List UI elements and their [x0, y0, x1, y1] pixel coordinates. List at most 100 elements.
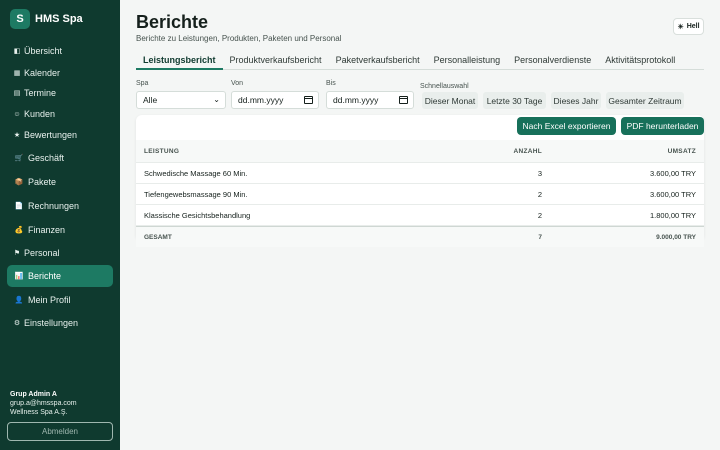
page-subtitle: Berichte zu Leistungen, Produkten, Paket…: [136, 34, 342, 43]
sidebar-item-staff[interactable]: ⚑ Personal: [7, 242, 113, 264]
sidebar-item-label: Personal: [24, 248, 60, 258]
theme-toggle-button[interactable]: ☀ Hell: [673, 18, 704, 35]
sidebar-nav: ◧ Übersicht ▦ Kalender ▤ Termine ☺ Kunde…: [7, 40, 113, 334]
quick-this-year-button[interactable]: Dieses Jahr: [551, 92, 601, 109]
money-bag-icon: 💰: [14, 227, 24, 234]
sidebar: S HMS Spa ◧ Übersicht ▦ Kalender ▤ Termi…: [0, 0, 120, 450]
logout-button[interactable]: Abmelden: [7, 422, 113, 441]
sidebar-item-label: Kunden: [24, 109, 56, 119]
main-content: Berichte Berichte zu Leistungen, Produkt…: [120, 0, 720, 450]
service-report-table: LEISTUNG ANZAHL UMSATZ Schwedische Massa…: [136, 140, 704, 247]
sidebar-item-settings[interactable]: ⚙ Einstellungen: [7, 312, 113, 334]
table-header-row: LEISTUNG ANZAHL UMSATZ: [136, 140, 704, 163]
sidebar-item-customers[interactable]: ☺ Kunden: [7, 103, 113, 125]
cell-service: Tiefengewebsmassage 90 Min.: [144, 190, 248, 199]
appointments-icon: ▤: [13, 90, 21, 97]
cell-count: 3: [537, 169, 542, 178]
download-pdf-button[interactable]: PDF herunterladen: [621, 117, 704, 135]
cell-count: 2: [537, 211, 542, 220]
sidebar-item-invoices[interactable]: 📄 Rechnungen: [7, 195, 113, 217]
sidebar-item-profile[interactable]: 👤 Mein Profil: [7, 289, 113, 311]
calendar-icon[interactable]: [399, 96, 408, 104]
chevron-down-icon: ⌄: [213, 95, 220, 104]
package-icon: 📦: [14, 179, 24, 186]
total-label: GESAMT: [144, 234, 172, 241]
to-date-label: Bis: [326, 80, 336, 87]
tab-service-report[interactable]: Leistungsbericht: [136, 52, 223, 70]
report-card: Nach Excel exportieren PDF herunterladen…: [136, 115, 704, 247]
sidebar-item-shop[interactable]: 🛒 Geschäft: [7, 147, 113, 169]
table-total-row: GESAMT 7 9.000,00 TRY: [136, 226, 704, 247]
quick-all-time-button[interactable]: Gesamter Zeitraum: [606, 92, 684, 109]
sidebar-item-finances[interactable]: 💰 Finanzen: [7, 219, 113, 241]
flag-icon: ⚑: [13, 250, 21, 257]
column-header-revenue: UMSATZ: [667, 148, 696, 155]
tab-activity-log[interactable]: Aktivitätsprotokoll: [598, 52, 682, 70]
user-icon: 👤: [14, 297, 24, 304]
sidebar-item-label: Bewertungen: [24, 130, 78, 140]
customers-icon: ☺: [13, 110, 21, 118]
theme-toggle-label: Hell: [686, 23, 700, 30]
cell-count: 2: [537, 190, 542, 199]
star-icon: ★: [13, 132, 21, 139]
calendar-icon[interactable]: [304, 96, 313, 104]
sidebar-item-label: Mein Profil: [28, 295, 71, 305]
cell-revenue: 3.600,00 TRY: [649, 169, 696, 178]
sidebar-item-label: Termine: [24, 88, 57, 98]
column-header-service: LEISTUNG: [144, 148, 180, 155]
cart-icon: 🛒: [14, 155, 24, 162]
total-count: 7: [538, 234, 542, 241]
brand-logo: S: [10, 9, 30, 29]
tab-staff-performance[interactable]: Personalleistung: [427, 52, 508, 70]
sidebar-item-appointments[interactable]: ▤ Termine: [7, 82, 113, 104]
from-date-input[interactable]: dd.mm.yyyy: [231, 91, 319, 109]
total-revenue: 9.000,00 TRY: [656, 234, 696, 241]
sidebar-item-label: Berichte: [28, 271, 62, 281]
export-excel-button[interactable]: Nach Excel exportieren: [517, 117, 616, 135]
sidebar-item-label: Kalender: [24, 68, 61, 78]
brand[interactable]: S HMS Spa: [10, 9, 83, 29]
sidebar-item-calendar[interactable]: ▦ Kalender: [7, 62, 113, 84]
page-title: Berichte: [136, 12, 209, 32]
sidebar-item-reports[interactable]: 📊 Berichte: [7, 265, 113, 287]
spa-filter-label: Spa: [136, 80, 149, 87]
quick-this-month-button[interactable]: Dieser Monat: [422, 92, 478, 109]
invoice-icon: 📄: [14, 203, 24, 210]
quick-last-30-days-button[interactable]: Letzte 30 Tage: [483, 92, 546, 109]
table-row: Schwedische Massage 60 Min. 3 3.600,00 T…: [136, 163, 704, 184]
quick-select-label: Schnellauswahl: [420, 83, 469, 90]
tab-product-sales[interactable]: Produktverkaufsbericht: [223, 52, 329, 70]
table-row: Tiefengewebsmassage 90 Min. 2 3.600,00 T…: [136, 184, 704, 205]
cell-revenue: 3.600,00 TRY: [649, 190, 696, 199]
sidebar-item-packages[interactable]: 📦 Pakete: [7, 171, 113, 193]
sidebar-item-reviews[interactable]: ★ Bewertungen: [7, 124, 113, 146]
calendar-icon: ▦: [13, 70, 21, 77]
report-tabs: Leistungsbericht Produktverkaufsbericht …: [136, 52, 704, 70]
cell-revenue: 1.800,00 TRY: [649, 211, 696, 220]
sidebar-item-overview[interactable]: ◧ Übersicht: [7, 40, 113, 62]
user-company: Wellness Spa A.Ş.: [10, 409, 68, 416]
sidebar-item-label: Finanzen: [28, 225, 66, 235]
sidebar-item-label: Geschäft: [28, 153, 65, 163]
to-date-input[interactable]: dd.mm.yyyy: [326, 91, 414, 109]
spa-select-value: Alle: [143, 95, 158, 105]
sidebar-item-label: Einstellungen: [24, 318, 79, 328]
overview-icon: ◧: [13, 48, 21, 55]
sidebar-item-label: Pakete: [28, 177, 57, 187]
sidebar-item-label: Übersicht: [24, 46, 63, 56]
tab-package-sales[interactable]: Paketverkaufsbericht: [329, 52, 427, 70]
from-date-placeholder: dd.mm.yyyy: [238, 95, 284, 105]
cell-service: Klassische Gesichtsbehandlung: [144, 211, 251, 220]
gear-icon: ⚙: [13, 320, 21, 327]
table-row: Klassische Gesichtsbehandlung 2 1.800,00…: [136, 205, 704, 226]
tab-staff-earnings[interactable]: Personalverdienste: [507, 52, 598, 70]
to-date-placeholder: dd.mm.yyyy: [333, 95, 379, 105]
brand-name: HMS Spa: [35, 13, 83, 25]
from-date-label: Von: [231, 80, 244, 87]
sun-icon: ☀: [677, 23, 684, 31]
spa-select[interactable]: Alle ⌄: [136, 91, 226, 109]
cell-service: Schwedische Massage 60 Min.: [144, 169, 248, 178]
sidebar-item-label: Rechnungen: [28, 201, 80, 211]
column-header-count: ANZAHL: [513, 148, 542, 155]
user-info: Grup Admin A grup.a@hmsspa.com Wellness …: [10, 390, 77, 417]
